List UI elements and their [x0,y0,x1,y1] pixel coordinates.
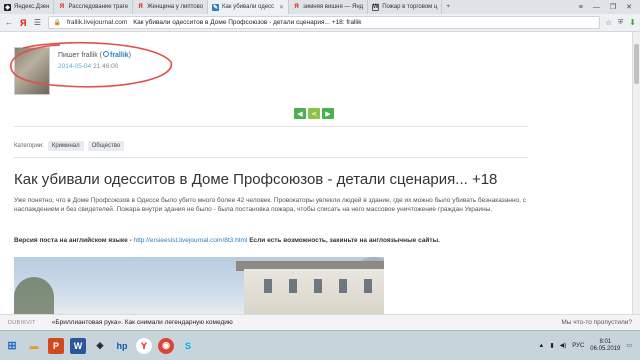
share-buttons: ◀ ⋖ ▶ [294,108,334,119]
clock-time: 8:01 [599,338,612,345]
image-window [339,279,347,293]
scroll-thumb[interactable] [634,44,639,84]
window-controls: ≡ — ❐ ✕ [571,0,640,14]
network-icon[interactable]: ▮ [550,342,553,349]
powerpoint-icon[interactable]: P [48,337,64,354]
windows-taskbar: ⊞ ▬ P W ◈ hp Y ◉ S ▲ ▮ ◀) РУС 8:01 06.05… [0,330,640,360]
zen-icon: ◆ [4,3,11,11]
lock-icon: 🔒 [53,20,61,26]
chrome-icon[interactable]: ◉ [158,337,174,354]
prev-post-icon[interactable]: ◀ [294,108,306,119]
english-label: Версия поста на английском языке - [14,237,134,244]
windows-start-icon[interactable]: ⊞ [4,338,20,354]
tab-woman[interactable]: Я Женщина у липтово [133,0,209,14]
hp-icon[interactable]: hp [114,338,130,354]
tab-label: зимняя вишня — Янд [303,4,364,10]
yandex-icon: Я [138,4,143,10]
divider [14,157,528,158]
divider [14,126,528,127]
tab-investigation[interactable]: Я Расследование траге [54,0,134,14]
next-post-icon[interactable]: ▶ [322,108,334,119]
tab-zen[interactable]: ◆ Яндекс.Дзен [0,0,55,14]
english-suffix: Если есть возможность, закиньте на англо… [247,237,440,244]
maximize-icon[interactable]: ❐ [610,3,616,11]
tab-label: Яндекс.Дзен [14,4,50,10]
close-window-icon[interactable]: ✕ [626,3,632,11]
yandex-icon: Я [294,4,299,10]
clock[interactable]: 8:01 06.05.2019 [590,339,620,353]
minimize-icon[interactable]: — [593,4,600,11]
tableau-icon[interactable]: ☰ [32,17,42,29]
news-source: DUBIKVIT [8,319,36,326]
language-indicator[interactable]: РУС [572,343,584,349]
yandex-logo[interactable]: Я [20,18,26,28]
news-missed-link[interactable]: Мы что-то пропустили? [561,319,632,326]
tab-label: Женщина у липтово [147,4,204,10]
categories-label: Категории: [14,143,44,149]
download-icon[interactable]: ⬇ [629,18,636,27]
wikipedia-icon: W [372,3,380,11]
toolbar-icons: ☆ ⛨ ⬇ [606,18,636,27]
image-window [289,279,297,293]
close-icon[interactable]: ✕ [279,4,284,11]
post-image[interactable] [14,257,384,314]
image-window [314,279,322,293]
lj-icon: ✎ [212,3,220,11]
yandex-icon: Я [59,4,65,10]
image-window [364,279,372,293]
tab-label: Как убивали одесс [222,4,275,10]
news-title[interactable]: «Бриллиантовая рука». Как снимали легенд… [52,319,233,326]
yandex-browser-icon[interactable]: Y [136,337,152,354]
url-field[interactable]: 🔒 frallik.livejournal.com Как убивали од… [48,16,600,29]
english-version-line: Версия поста на английском языке - http:… [14,237,440,244]
skype-icon[interactable]: S [180,338,196,354]
category-tag[interactable]: Общество [87,141,125,151]
image-tree [14,277,54,314]
notifications-icon[interactable]: ▭ [626,342,632,349]
tab-fire[interactable]: W Пожар в торговом ц [368,0,443,14]
tray-arrow-icon[interactable]: ▲ [538,343,544,349]
protect-icon[interactable]: ⛨ [618,19,623,27]
post-body: Уже понятно, что в Доме Профсоюзов в Оде… [14,197,527,213]
url-page-title: Как убивали одесситов в Доме Профсоюзов … [133,19,362,26]
page-scrollbar[interactable] [632,32,640,314]
categories: Категории: Криминал Общество [14,141,125,151]
english-version-link[interactable]: http://ersieesist.livejournal.com/8t3.ht… [134,237,248,244]
share-icon[interactable]: ⋖ [308,108,320,119]
url-domain: frallik.livejournal.com [66,19,128,26]
post-title: Как убивали одесситов в Доме Профсоюзов … [14,171,498,188]
explorer-icon[interactable]: ▬ [26,338,42,354]
clock-date: 06.05.2019 [590,345,621,352]
system-tray: ▲ ▮ ◀) РУС 8:01 06.05.2019 ▭ [538,339,640,353]
category-tag[interactable]: Криминал [47,141,84,151]
tab-active-odessa[interactable]: ✎ Как убивали одесс ✕ [208,0,290,14]
page-content: Пишет frallik (frallik) 2014-05-04 21:46… [0,32,632,314]
media-icon[interactable]: ◈ [92,338,108,354]
address-bar: ← Я ☰ 🔒 frallik.livejournal.com Как убив… [0,14,640,32]
back-icon[interactable]: ← [4,17,14,29]
red-annotation-ellipse [10,41,172,88]
news-bar: DUBIKVIT «Бриллиантовая рука». Как снима… [0,314,640,330]
bookmark-icon[interactable]: ☆ [606,19,612,27]
volume-icon[interactable]: ◀) [560,342,567,349]
menu-icon[interactable]: ≡ [579,4,583,11]
tab-bar: ◆ Яндекс.Дзен Я Расследование траге Я Же… [0,0,640,14]
word-icon[interactable]: W [70,337,86,354]
image-window [264,279,272,293]
new-tab-button[interactable]: + [442,0,454,14]
tab-cherry[interactable]: Я зимняя вишня — Янд [289,0,369,14]
tab-label: Расследование траге [68,4,129,10]
tab-label: Пожар в торговом ц [382,4,438,10]
